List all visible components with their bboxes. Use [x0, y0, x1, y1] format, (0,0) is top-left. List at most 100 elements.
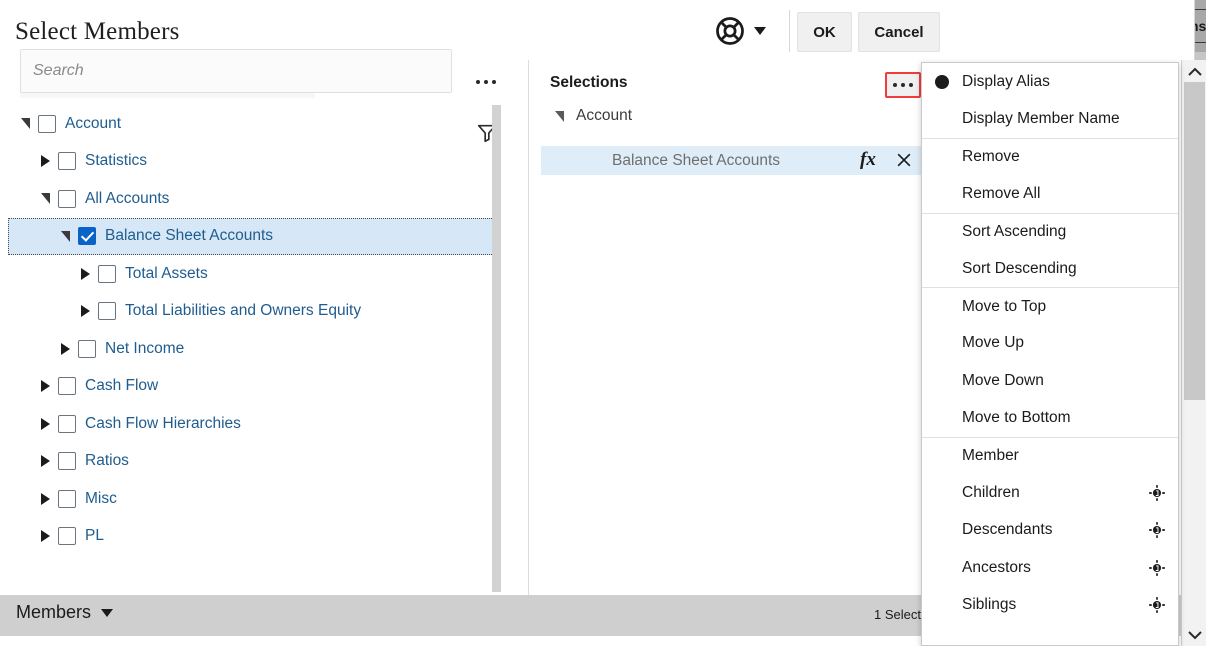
menu-item-sort-descending[interactable]: Sort Descending	[922, 250, 1178, 287]
chevron-down-icon[interactable]	[754, 27, 766, 35]
cancel-button[interactable]: Cancel	[858, 12, 940, 52]
member-checkbox[interactable]	[58, 527, 76, 546]
tree-row[interactable]: Misc	[8, 480, 500, 518]
selections-title: Selections	[550, 74, 628, 91]
fx-function-icon[interactable]: fx	[860, 149, 876, 171]
tree-row[interactable]: Balance Sheet Accounts	[8, 217, 500, 255]
selections-options-menu-button[interactable]	[885, 72, 921, 98]
tree-row-label: All Accounts	[85, 189, 170, 207]
triangle-collapsed-icon[interactable]	[76, 265, 94, 283]
chevron-down-icon[interactable]	[101, 608, 114, 617]
scroll-up-arrow-icon[interactable]	[1182, 62, 1206, 81]
member-checkbox[interactable]	[38, 114, 56, 133]
member-checkbox[interactable]	[58, 414, 76, 433]
menu-item-label: Remove All	[962, 184, 1041, 202]
triangle-collapsed-icon[interactable]	[56, 340, 74, 358]
menu-item-move-down[interactable]: Move Down	[922, 362, 1178, 399]
triangle-collapsed-icon[interactable]	[36, 415, 54, 433]
ellipsis-horizontal-icon	[909, 83, 913, 87]
member-checkbox[interactable]	[58, 377, 76, 396]
menu-item-member[interactable]: Member	[922, 436, 1178, 474]
scroll-thumb[interactable]	[1184, 82, 1205, 400]
menu-item-display-alias[interactable]: Display Alias	[922, 63, 1178, 100]
menu-item-remove-all[interactable]: Remove All	[922, 175, 1178, 212]
tree-row-label: PL	[85, 527, 104, 545]
triangle-expanded-icon[interactable]	[16, 115, 34, 133]
menu-item-label: Move Up	[962, 334, 1025, 352]
hierarchy-node-icon[interactable]	[1148, 484, 1166, 502]
ellipsis-horizontal-icon	[476, 80, 480, 84]
tree-row[interactable]: Cash Flow Hierarchies	[8, 405, 500, 443]
member-checkbox[interactable]	[98, 302, 116, 321]
triangle-collapsed-icon[interactable]	[36, 490, 54, 508]
menu-item-ancestors[interactable]: Ancestors	[922, 549, 1178, 586]
member-checkbox[interactable]	[58, 189, 76, 208]
ok-button[interactable]: OK	[797, 12, 852, 52]
tree-row-label: Cash Flow	[85, 377, 159, 395]
tree-row[interactable]: Cash Flow	[8, 368, 500, 406]
tree-row[interactable]: PL	[8, 518, 500, 556]
tree-row-label: Ratios	[85, 452, 129, 470]
account-member-tree[interactable]: Account Statistics All Accounts Balance She…	[8, 105, 500, 592]
member-checkbox[interactable]	[78, 227, 96, 246]
selections-root-label: Account	[576, 107, 633, 124]
ellipsis-horizontal-icon	[901, 83, 905, 87]
menu-item-siblings[interactable]: Siblings	[922, 586, 1178, 623]
tree-row[interactable]: Statistics	[8, 143, 500, 181]
menu-item-display-member-name[interactable]: Display Member Name	[922, 100, 1178, 137]
menu-item-move-to-top[interactable]: Move to Top	[922, 287, 1178, 324]
member-checkbox[interactable]	[78, 339, 96, 358]
menu-item-descendants[interactable]: Descendants	[922, 512, 1178, 549]
tree-row-label: Statistics	[85, 152, 148, 170]
scroll-down-arrow-icon[interactable]	[1182, 625, 1206, 644]
triangle-expanded-icon[interactable]	[56, 227, 74, 245]
member-checkbox[interactable]	[98, 264, 116, 283]
member-checkbox[interactable]	[58, 489, 76, 508]
hierarchy-node-icon[interactable]	[1148, 559, 1166, 577]
tree-row[interactable]: Total Liabilities and Owners Equity	[8, 293, 500, 331]
triangle-collapsed-icon[interactable]	[36, 452, 54, 470]
tree-row-label: Cash Flow Hierarchies	[85, 414, 241, 432]
member-checkbox[interactable]	[58, 452, 76, 471]
dialog-vertical-scrollbar[interactable]	[1181, 60, 1206, 646]
menu-item-sort-ascending[interactable]: Sort Ascending	[922, 212, 1178, 250]
menu-item-label: Display Member Name	[962, 110, 1120, 128]
tree-row[interactable]: Account	[8, 105, 500, 143]
page-title: Select Members	[15, 18, 180, 45]
triangle-expanded-icon[interactable]	[550, 107, 568, 125]
members-dropdown[interactable]: Members	[16, 602, 114, 623]
selections-context-menu[interactable]: Display Alias Display Member Name Remove Re…	[921, 62, 1179, 646]
triangle-collapsed-icon[interactable]	[36, 152, 54, 170]
menu-item-children[interactable]: Children	[922, 474, 1178, 511]
triangle-expanded-icon[interactable]	[36, 190, 54, 208]
tree-row[interactable]: All Accounts	[8, 180, 500, 218]
menu-item-label: Move to Bottom	[962, 409, 1071, 427]
hierarchy-node-icon[interactable]	[1148, 596, 1166, 614]
menu-item-label: Display Alias	[962, 72, 1050, 90]
menu-item-move-up[interactable]: Move Up	[922, 325, 1178, 362]
triangle-collapsed-icon[interactable]	[36, 377, 54, 395]
menu-item-label: Remove	[962, 147, 1020, 165]
help-menu[interactable]	[715, 16, 766, 46]
tree-options-menu-button[interactable]	[472, 73, 500, 91]
triangle-collapsed-icon[interactable]	[36, 527, 54, 545]
life-ring-help-icon[interactable]	[715, 16, 745, 46]
ok-button-label: OK	[813, 23, 836, 41]
tree-row[interactable]: Total Assets	[8, 255, 500, 293]
menu-item-remove[interactable]: Remove	[922, 137, 1178, 175]
hierarchy-node-icon[interactable]	[1148, 521, 1166, 539]
triangle-collapsed-icon[interactable]	[76, 302, 94, 320]
selection-item-label: Balance Sheet Accounts	[612, 151, 781, 169]
tree-row[interactable]: Ratios	[8, 443, 500, 481]
member-checkbox[interactable]	[58, 152, 76, 171]
members-dropdown-label: Members	[16, 602, 92, 622]
search-input[interactable]	[20, 49, 452, 93]
tree-row-label: Balance Sheet Accounts	[105, 227, 274, 245]
close-x-icon[interactable]	[894, 150, 914, 170]
tree-row[interactable]: Net Income	[8, 330, 500, 368]
tree-row-label: Account	[65, 114, 122, 132]
menu-item-move-to-bottom[interactable]: Move to Bottom	[922, 400, 1178, 437]
menu-item-label: Children	[962, 483, 1020, 501]
selections-root-node[interactable]: Account	[550, 107, 632, 125]
tree-vertical-scrollbar[interactable]	[492, 105, 501, 592]
